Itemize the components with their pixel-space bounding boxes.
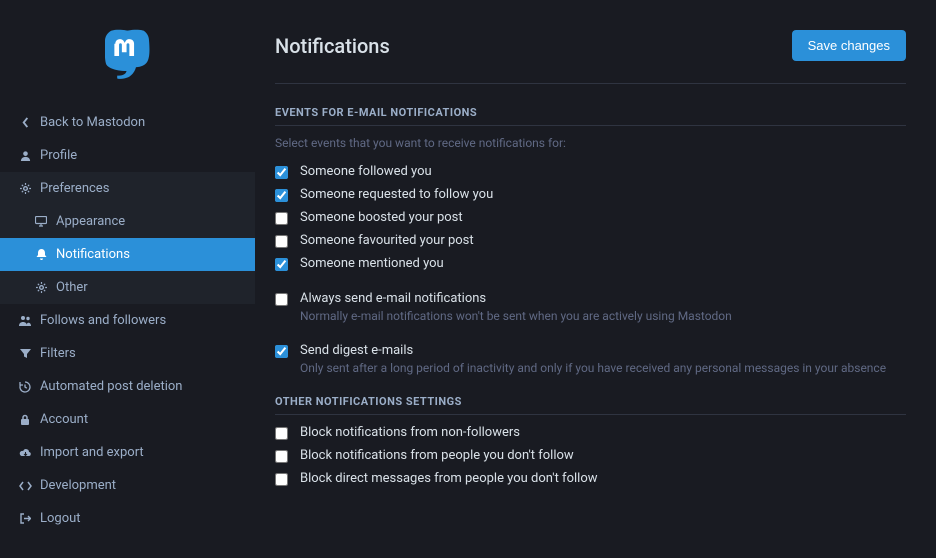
nav-appearance[interactable]: Appearance bbox=[0, 205, 255, 238]
nav-preferences-section: Preferences Appearance Notifications Oth… bbox=[0, 172, 255, 304]
nav-logout[interactable]: Logout bbox=[0, 502, 255, 535]
nav-label: Account bbox=[40, 412, 88, 427]
digest-checkbox[interactable] bbox=[275, 345, 288, 358]
nav-label: Notifications bbox=[56, 247, 130, 262]
event-followed: Someone followed you bbox=[275, 164, 906, 179]
header-row: Notifications Save changes bbox=[275, 30, 906, 84]
section-other-title: OTHER NOTIFICATIONS SETTINGS bbox=[275, 395, 906, 415]
events-group: Someone followed you Someone requested t… bbox=[275, 164, 906, 271]
save-button[interactable]: Save changes bbox=[792, 30, 906, 61]
nav-development[interactable]: Development bbox=[0, 469, 255, 502]
code-icon bbox=[18, 481, 32, 491]
event-favourited-checkbox[interactable] bbox=[275, 235, 288, 248]
cb-label: Block direct messages from people you do… bbox=[300, 471, 598, 486]
block-nonfollowing: Block notifications from people you don'… bbox=[275, 448, 906, 463]
desktop-icon bbox=[34, 216, 48, 227]
nav-notifications[interactable]: Notifications bbox=[0, 238, 255, 271]
history-icon bbox=[18, 381, 32, 393]
cb-label: Block notifications from non-followers bbox=[300, 425, 520, 440]
cloud-icon bbox=[18, 448, 32, 458]
sidebar: Back to Mastodon Profile Preferences App… bbox=[0, 0, 255, 558]
nav-import[interactable]: Import and export bbox=[0, 436, 255, 469]
event-mentioned-checkbox[interactable] bbox=[275, 258, 288, 271]
block-nonfollowers-checkbox[interactable] bbox=[275, 427, 288, 440]
always-group: Always send e-mail notifications Normall… bbox=[275, 291, 906, 323]
nav-label: Filters bbox=[40, 346, 76, 361]
event-favourited: Someone favourited your post bbox=[275, 233, 906, 248]
mastodon-logo-icon[interactable] bbox=[105, 20, 150, 90]
block-nonfollowing-checkbox[interactable] bbox=[275, 450, 288, 463]
always-send-checkbox[interactable] bbox=[275, 293, 288, 306]
cb-label: Someone mentioned you bbox=[300, 256, 444, 271]
cb-label: Someone requested to follow you bbox=[300, 187, 493, 202]
nav-label: Import and export bbox=[40, 445, 144, 460]
page-title: Notifications bbox=[275, 34, 390, 58]
user-icon bbox=[18, 150, 32, 161]
gear-icon bbox=[18, 183, 32, 194]
logo-wrap bbox=[0, 0, 255, 100]
block-nonfollowers: Block notifications from non-followers bbox=[275, 425, 906, 440]
gear-icon bbox=[34, 282, 48, 293]
cb-label: Someone followed you bbox=[300, 164, 432, 179]
nav-label: Back to Mastodon bbox=[40, 115, 145, 130]
nav-label: Logout bbox=[40, 511, 81, 526]
events-help: Select events that you want to receive n… bbox=[275, 136, 906, 150]
bell-icon bbox=[34, 249, 48, 261]
nav-other[interactable]: Other bbox=[0, 271, 255, 304]
nav-label: Follows and followers bbox=[40, 313, 166, 328]
cb-sub: Only sent after a long period of inactiv… bbox=[300, 361, 886, 375]
event-boosted: Someone boosted your post bbox=[275, 210, 906, 225]
logout-icon bbox=[18, 513, 32, 524]
event-requested: Someone requested to follow you bbox=[275, 187, 906, 202]
cb-label: Block notifications from people you don'… bbox=[300, 448, 574, 463]
event-boosted-checkbox[interactable] bbox=[275, 212, 288, 225]
nav: Back to Mastodon Profile Preferences App… bbox=[0, 100, 255, 535]
event-followed-checkbox[interactable] bbox=[275, 166, 288, 179]
nav-label: Appearance bbox=[56, 214, 125, 229]
lock-icon bbox=[18, 414, 32, 426]
nav-back[interactable]: Back to Mastodon bbox=[0, 106, 255, 139]
cb-sub: Normally e-mail notifications won't be s… bbox=[300, 309, 732, 323]
block-dm: Block direct messages from people you do… bbox=[275, 471, 906, 486]
nav-label: Automated post deletion bbox=[40, 379, 182, 394]
event-requested-checkbox[interactable] bbox=[275, 189, 288, 202]
filter-icon bbox=[18, 348, 32, 359]
nav-label: Development bbox=[40, 478, 116, 493]
event-mentioned: Someone mentioned you bbox=[275, 256, 906, 271]
chevron-left-icon bbox=[18, 117, 32, 128]
content: Notifications Save changes EVENTS FOR E-… bbox=[255, 0, 936, 558]
nav-filters[interactable]: Filters bbox=[0, 337, 255, 370]
cb-label: Always send e-mail notifications bbox=[300, 291, 732, 306]
nav-label: Preferences bbox=[40, 181, 109, 196]
nav-profile[interactable]: Profile bbox=[0, 139, 255, 172]
nav-follows[interactable]: Follows and followers bbox=[0, 304, 255, 337]
nav-account[interactable]: Account bbox=[0, 403, 255, 436]
section-events-title: EVENTS FOR E-MAIL NOTIFICATIONS bbox=[275, 106, 906, 126]
digest: Send digest e-mails Only sent after a lo… bbox=[275, 343, 906, 375]
cb-label: Someone favourited your post bbox=[300, 233, 474, 248]
block-dm-checkbox[interactable] bbox=[275, 473, 288, 486]
nav-label: Other bbox=[56, 280, 88, 295]
cb-label: Send digest e-mails bbox=[300, 343, 886, 358]
nav-preferences[interactable]: Preferences bbox=[0, 172, 255, 205]
cb-label: Someone boosted your post bbox=[300, 210, 463, 225]
nav-automated[interactable]: Automated post deletion bbox=[0, 370, 255, 403]
always-send: Always send e-mail notifications Normall… bbox=[275, 291, 906, 323]
nav-label: Profile bbox=[40, 148, 77, 163]
other-group: Block notifications from non-followers B… bbox=[275, 425, 906, 486]
digest-group: Send digest e-mails Only sent after a lo… bbox=[275, 343, 906, 375]
users-icon bbox=[18, 315, 32, 326]
